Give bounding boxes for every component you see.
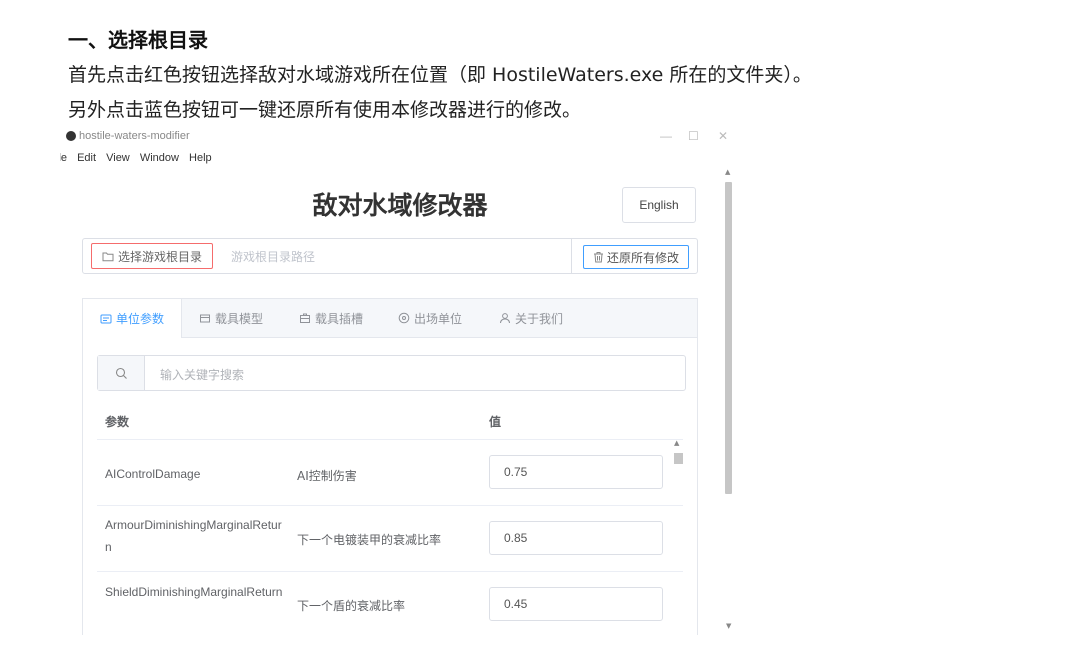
window-title: hostile-waters-modifier xyxy=(79,130,190,142)
folder-icon xyxy=(102,252,114,261)
tab-label: 关于我们 xyxy=(515,311,564,326)
choose-root-label: 选择游戏根目录 xyxy=(117,249,202,264)
choose-root-button[interactable]: 选择游戏根目录 xyxy=(91,243,213,269)
briefcase-icon xyxy=(300,313,310,323)
table-row-divider xyxy=(97,505,683,506)
tab-unit-params[interactable]: 单位参数 xyxy=(83,299,182,338)
app-logo-icon xyxy=(66,131,76,141)
tab-label: 载具模型 xyxy=(215,311,264,326)
param-name: ArmourDiminishingMarginalReturn xyxy=(105,518,282,554)
tab-label: 载具插槽 xyxy=(315,311,364,326)
window-scrollbar[interactable]: ▲ xyxy=(722,168,734,635)
menu-help[interactable]: Help xyxy=(189,152,212,164)
param-value-input[interactable]: 0.45 xyxy=(489,587,663,621)
search-prepend[interactable] xyxy=(98,356,145,390)
param-description: AI控制伤害 xyxy=(297,469,357,483)
user-icon xyxy=(500,313,510,324)
language-button[interactable]: English xyxy=(622,187,696,223)
close-icon[interactable]: ✕ xyxy=(718,129,728,143)
tab-vehicle-models[interactable]: 载具模型 xyxy=(199,299,263,337)
param-value-input[interactable]: 0.85 xyxy=(489,521,663,555)
search-box: 输入关键字搜索 xyxy=(97,355,686,391)
tab-deployed-units[interactable]: 出场单位 xyxy=(398,299,462,337)
table-scroll-thumb[interactable] xyxy=(674,453,683,464)
trash-icon xyxy=(593,252,603,263)
doc-heading: 一、选择根目录 xyxy=(68,28,208,52)
doc-instruction-line-1: 首先点击红色按钮选择敌对水域游戏所在位置（即 HostileWaters.exe… xyxy=(68,64,812,86)
app-window: hostile-waters-modifier — ☐ ✕ ile Edit V… xyxy=(60,128,740,635)
tabs-card: 单位参数 载具模型 载具插槽 出场单位 关于我们 输入关键字搜索 参数 值 AI… xyxy=(82,298,698,635)
table-row-divider xyxy=(97,571,683,572)
param-value: 0.75 xyxy=(504,465,528,479)
tab-label: 单位参数 xyxy=(115,312,164,326)
table-header-divider xyxy=(97,439,683,440)
root-path-bar: 选择游戏根目录 游戏根目录路径 还原所有修改 xyxy=(82,238,698,274)
maximize-icon[interactable]: ☐ xyxy=(688,129,699,143)
scroll-down-arrow-icon[interactable]: ▼ xyxy=(726,622,731,630)
tab-label: 出场单位 xyxy=(414,311,463,326)
box-icon xyxy=(200,314,210,323)
tag-icon xyxy=(100,314,112,323)
tab-bar: 单位参数 载具模型 载具插槽 出场单位 关于我们 xyxy=(83,299,697,338)
menu-edit[interactable]: Edit xyxy=(77,152,96,164)
root-path-input[interactable]: 游戏根目录路径 xyxy=(231,248,315,265)
pathbar-divider xyxy=(571,239,572,273)
param-value-input[interactable]: 0.75 xyxy=(489,455,663,489)
param-name: AIControlDamage xyxy=(105,467,201,481)
column-header-param: 参数 xyxy=(105,415,130,429)
doc-instruction-line-2: 另外点击蓝色按钮可一键还原所有使用本修改器进行的修改。 xyxy=(68,99,582,121)
param-value: 0.85 xyxy=(504,531,528,545)
menu-bar: ile Edit View Window Help xyxy=(60,152,219,168)
window-titlebar: hostile-waters-modifier — ☐ ✕ xyxy=(60,128,740,146)
restore-all-button[interactable]: 还原所有修改 xyxy=(583,245,689,269)
column-header-value: 值 xyxy=(489,415,502,429)
menu-view[interactable]: View xyxy=(106,152,130,164)
tab-vehicle-slots[interactable]: 载具插槽 xyxy=(299,299,363,337)
param-description: 下一个盾的衰减比率 xyxy=(297,599,406,613)
minimize-icon[interactable]: — xyxy=(660,129,672,143)
param-value: 0.45 xyxy=(504,597,528,611)
param-name: ShieldDiminishingMarginalReturn xyxy=(105,585,283,599)
menu-window[interactable]: Window xyxy=(140,152,179,164)
search-icon xyxy=(115,367,127,379)
table-scrollbar[interactable]: ▲ xyxy=(672,439,684,635)
compass-icon xyxy=(398,312,410,324)
scroll-up-arrow-icon[interactable]: ▲ xyxy=(725,168,730,176)
param-description: 下一个电镀装甲的衰减比率 xyxy=(297,533,442,547)
restore-all-label: 还原所有修改 xyxy=(606,250,679,265)
table-scroll-up-icon[interactable]: ▲ xyxy=(674,439,679,447)
tab-about-us[interactable]: 关于我们 xyxy=(499,299,563,337)
menu-file[interactable]: ile xyxy=(60,152,67,164)
window-scroll-thumb[interactable] xyxy=(725,182,732,494)
search-input[interactable]: 输入关键字搜索 xyxy=(160,366,244,383)
